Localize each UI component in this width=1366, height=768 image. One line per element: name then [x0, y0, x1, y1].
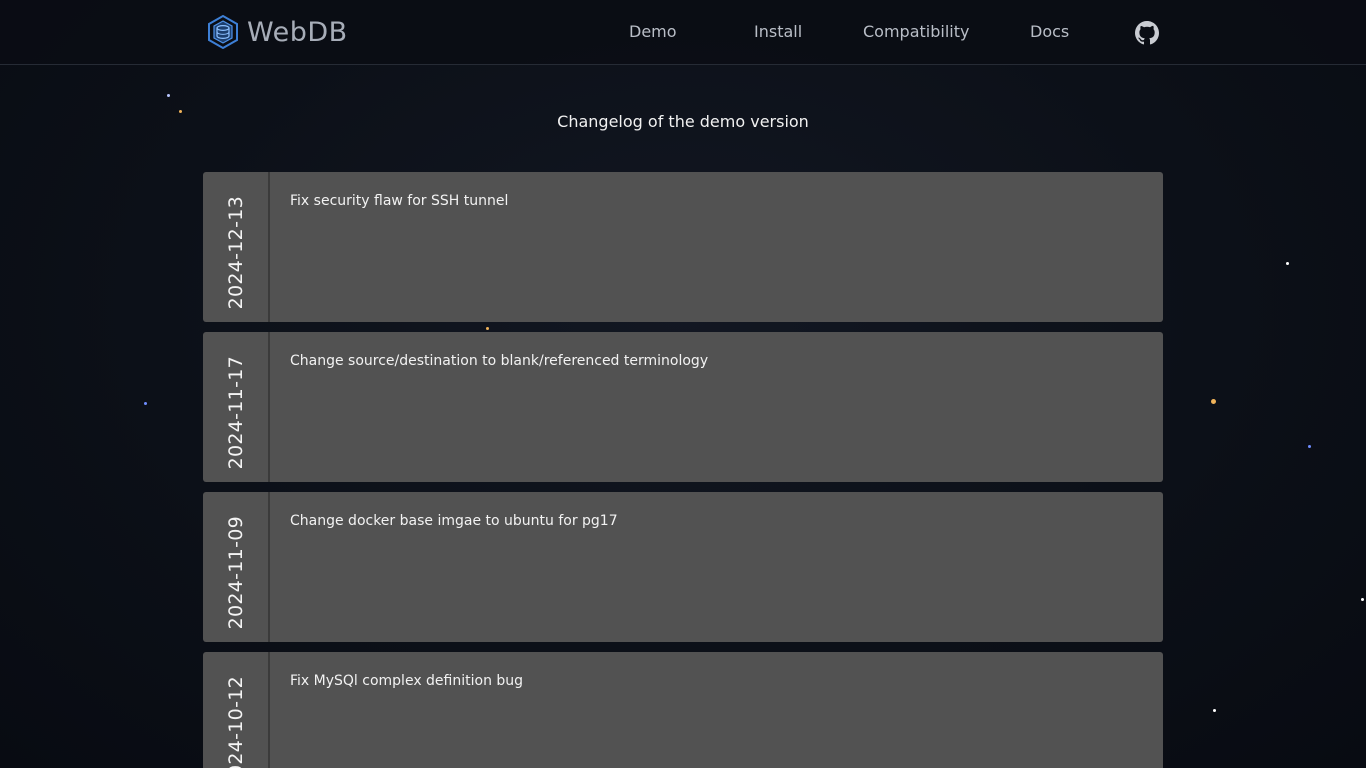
decorative-star [1286, 262, 1289, 265]
page-title: Changelog of the demo version [557, 112, 809, 131]
changelog-entry: 2024-11-17 Change source/destination to … [203, 332, 1163, 482]
entry-text: Change docker base imgae to ubuntu for p… [290, 513, 618, 529]
top-navbar: WebDB Demo Install Compatibility Docs [0, 0, 1366, 65]
decorative-star [1308, 445, 1311, 448]
entry-date-column: 2024-12-13 [203, 172, 270, 322]
entry-date: 2024-12-13 [225, 196, 247, 310]
entry-date-column: 2024-10-12 [203, 652, 270, 768]
decorative-star [1213, 709, 1216, 712]
decorative-star [1361, 598, 1364, 601]
entry-date: 2024-11-09 [225, 516, 247, 630]
nav-link-demo[interactable]: Demo [629, 22, 677, 41]
changelog-entry: 2024-11-09 Change docker base imgae to u… [203, 492, 1163, 642]
brand-home-link[interactable]: WebDB [207, 14, 348, 50]
entry-date: 2024-11-17 [225, 356, 247, 470]
database-cube-icon [208, 15, 238, 49]
changelog-entry: 2024-10-12 Fix MySQl complex definition … [203, 652, 1163, 768]
entry-text: Fix MySQl complex definition bug [290, 673, 524, 689]
entry-date: 2024-10-12 [225, 676, 247, 768]
brand-name: WebDB [247, 16, 348, 48]
nav-link-docs[interactable]: Docs [1030, 22, 1069, 41]
nav-link-install[interactable]: Install [754, 22, 802, 41]
changelog-entry: 2024-12-13 Fix security flaw for SSH tun… [203, 172, 1163, 322]
decorative-star [1211, 399, 1216, 404]
entry-date-column: 2024-11-09 [203, 492, 270, 642]
entry-text: Change source/destination to blank/refer… [290, 353, 709, 369]
decorative-star [486, 327, 489, 330]
decorative-star [167, 94, 170, 97]
entry-date-column: 2024-11-17 [203, 332, 270, 482]
decorative-star [144, 402, 147, 405]
entry-text: Fix security flaw for SSH tunnel [290, 193, 509, 209]
github-icon[interactable] [1135, 21, 1159, 45]
nav-link-compatibility[interactable]: Compatibility [863, 22, 969, 41]
